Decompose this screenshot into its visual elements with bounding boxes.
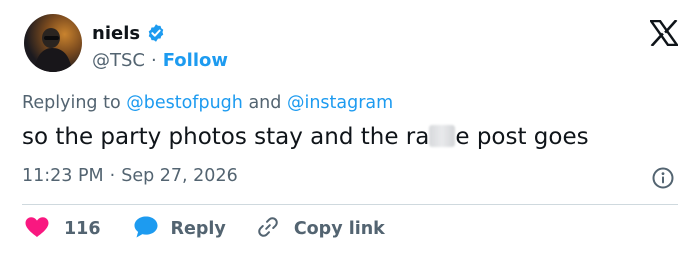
follow-button[interactable]: Follow	[163, 50, 228, 71]
like-button[interactable]: 116	[24, 216, 101, 242]
like-count[interactable]: 116	[64, 219, 101, 239]
tweet-time[interactable]: 11:23 PM	[22, 166, 104, 186]
redaction-blur	[429, 125, 456, 147]
reply-button[interactable]: Reply	[133, 215, 226, 243]
handle-separator: ·	[151, 49, 157, 71]
tweet-card: niels @TSC · Follow Replying to @bestofp…	[0, 0, 700, 256]
copy-link-button[interactable]: Copy link	[256, 215, 385, 243]
divider	[22, 204, 678, 205]
heart-icon[interactable]	[24, 216, 50, 242]
mention-link-bestofpugh[interactable]: @bestofpugh	[126, 93, 243, 113]
info-icon[interactable]	[652, 167, 674, 189]
author-handle[interactable]: @TSC	[92, 50, 145, 71]
replying-to-prefix: Replying to	[22, 93, 121, 113]
author-display-name[interactable]: niels	[92, 23, 140, 44]
tweet-text: so the party photos stay and the ra e pos…	[22, 124, 589, 150]
action-bar: 116 Reply Copy link	[24, 214, 385, 244]
author-handle-row: @TSC · Follow	[92, 48, 228, 72]
timestamp-separator: ·	[109, 166, 116, 186]
tweet-text-part-2: e post goes	[455, 124, 589, 150]
x-logo-icon[interactable]	[648, 19, 680, 47]
mention-link-instagram[interactable]: @instagram	[287, 93, 393, 113]
tweet-date[interactable]: Sep 27, 2026	[121, 166, 237, 186]
reply-label[interactable]: Reply	[171, 219, 226, 239]
tweet-text-part-1: so the party photos stay and the ra	[22, 124, 430, 150]
copy-link-label[interactable]: Copy link	[294, 219, 385, 239]
replying-to-line: Replying to @bestofpugh and @instagram	[22, 93, 393, 113]
tweet-timestamp[interactable]: 11:23 PM · Sep 27, 2026	[22, 166, 238, 186]
link-icon[interactable]	[256, 215, 280, 243]
replying-to-conjunction: and	[248, 93, 282, 113]
author-name-row: niels	[92, 20, 166, 46]
speech-bubble-icon[interactable]	[133, 215, 159, 243]
avatar[interactable]	[24, 14, 82, 72]
verified-badge-icon	[146, 23, 166, 43]
